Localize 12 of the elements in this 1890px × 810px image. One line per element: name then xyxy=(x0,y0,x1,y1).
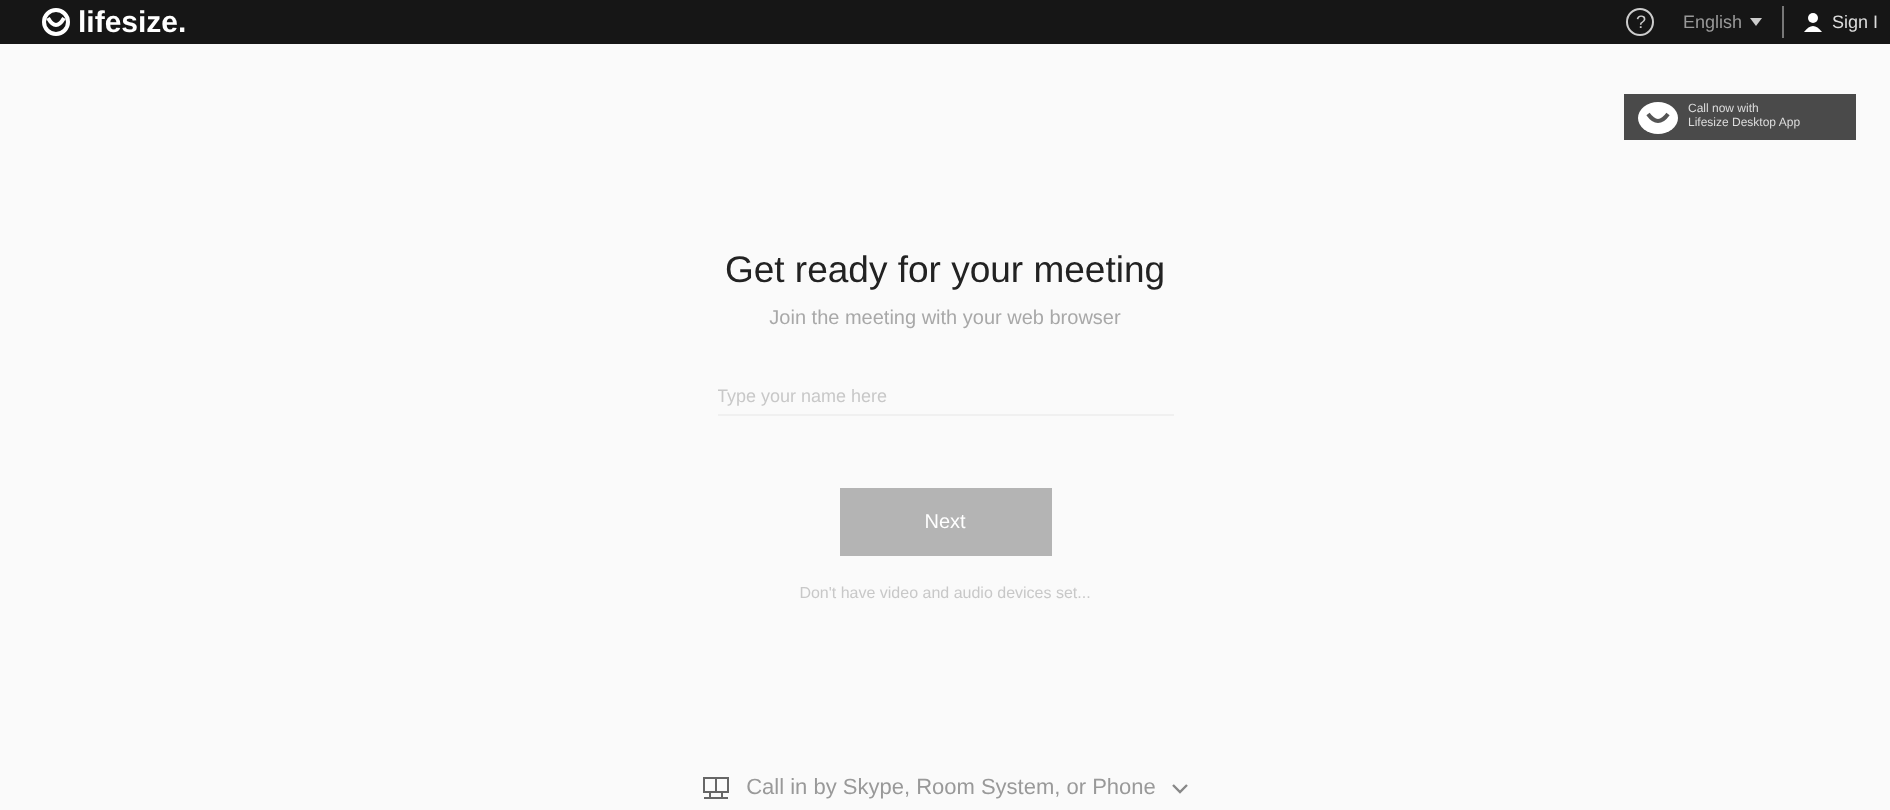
caret-icon xyxy=(1750,18,1762,26)
sign-in-button[interactable]: Sign I xyxy=(1784,12,1890,32)
user-icon xyxy=(1804,12,1822,32)
logo-icon xyxy=(1636,99,1680,135)
subtitle: Join the meeting with your web browser xyxy=(769,308,1121,330)
logo-text: lifesize. xyxy=(78,5,187,39)
language-dropdown[interactable]: English xyxy=(1682,6,1784,38)
monitor-icon xyxy=(702,776,731,800)
page-title: Get ready for your meeting xyxy=(724,248,1166,292)
chevron-icon xyxy=(1171,783,1188,793)
help-button[interactable]: ? xyxy=(1626,8,1655,36)
logo-icon xyxy=(40,8,72,36)
